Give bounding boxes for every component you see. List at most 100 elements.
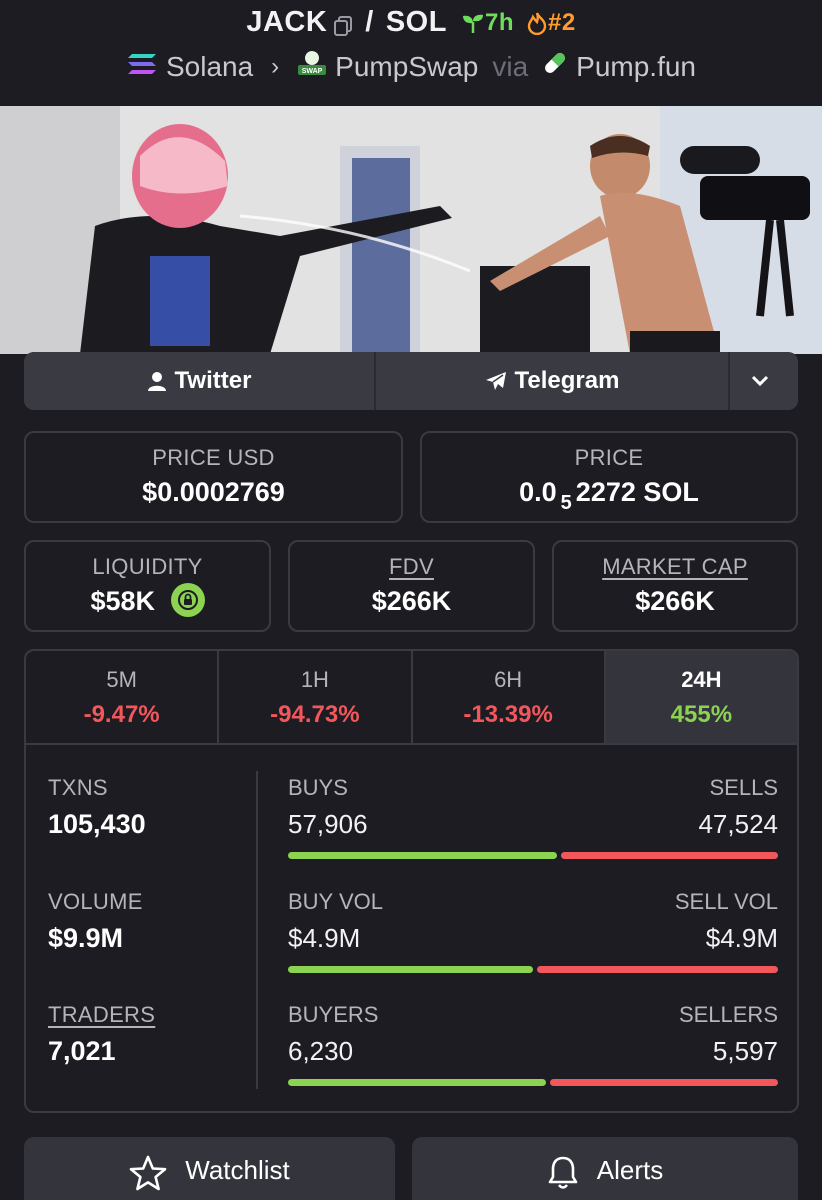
twitter-button[interactable]: Twitter [24, 352, 376, 410]
traders-split-bar [288, 1079, 778, 1086]
solana-icon [126, 51, 158, 83]
sells-label: SELLS [709, 775, 779, 800]
buys-value: 57,906 [288, 809, 368, 839]
chain-link[interactable]: Solana [166, 51, 253, 83]
telegram-label: Telegram [514, 367, 620, 394]
price-native-label: PRICE [574, 445, 644, 470]
flame-icon [527, 11, 547, 35]
pair-title: JACK / SOL 7h #2 [0, 6, 822, 39]
chevron-right-icon: › [271, 52, 280, 80]
price-usd-card: PRICE USD $0.0002769 [24, 431, 403, 523]
buy-share-bar [288, 966, 533, 973]
txns-metric: TXNS 105,430 [48, 775, 146, 840]
alerts-button[interactable]: Alerts [412, 1137, 798, 1200]
user-icon [147, 372, 166, 391]
market-cap-label[interactable]: MARKET CAP [554, 554, 796, 580]
twitter-label: Twitter [174, 367, 252, 394]
price-change: -9.47% [83, 701, 160, 728]
via-label: via [492, 50, 529, 82]
buy-vol-label: BUY VOL [288, 889, 383, 914]
pair-header: JACK / SOL 7h #2 Solana › SWAP PumpSwap … [0, 0, 822, 106]
tab-label: 1H [300, 667, 329, 692]
sell-vol-value: $4.9M [705, 923, 778, 953]
column-divider [256, 771, 258, 1089]
trending-rank[interactable]: #2 [526, 9, 576, 37]
volume-metric: VOLUME $9.9M [48, 889, 143, 954]
buys-sells-row: BUYS SELLS 57,906 47,524 [288, 775, 778, 859]
txns-label: TXNS [48, 775, 108, 800]
pumpswap-icon: SWAP [297, 50, 327, 83]
banner-photo [0, 106, 822, 354]
alerts-label: Alerts [596, 1155, 664, 1185]
price-change: 455% [670, 701, 733, 728]
pill-icon [542, 50, 568, 83]
liquidity-value-row: $58K [26, 583, 269, 620]
tab-label: 5M [106, 667, 137, 692]
quote-symbol: SOL [385, 6, 447, 38]
price-native-zero-count: 5 [560, 492, 572, 514]
volume-label: VOLUME [48, 889, 143, 914]
tab-label: 24H [681, 667, 722, 692]
sell-vol-label: SELL VOL [674, 889, 778, 914]
bell-icon [548, 1156, 578, 1189]
svg-text:SWAP: SWAP [302, 68, 323, 75]
buy-share-bar [288, 852, 557, 859]
tab-5m[interactable]: 5M -9.47% [26, 651, 220, 743]
more-links-button[interactable] [730, 352, 798, 410]
timeframe-tabs: 5M -9.47% 1H -94.73% 6H -13.39% 24H 455% [26, 651, 797, 745]
telegram-icon [485, 372, 506, 390]
price-native-value: 0.0 5 2272 SOL [422, 477, 796, 514]
sellers-value: 5,597 [712, 1036, 778, 1066]
traders-metric: TRADERS 7,021 [48, 1002, 155, 1067]
telegram-button[interactable]: Telegram [376, 352, 730, 410]
buyvol-sellvol-row: BUY VOL SELL VOL $4.9M $4.9M [288, 889, 778, 973]
buyers-sellers-row: BUYERS SELLERS 6,230 5,597 [288, 1002, 778, 1086]
sellers-label: SELLERS [678, 1002, 778, 1027]
token-banner-image [0, 106, 822, 354]
price-native-card: PRICE 0.0 5 2272 SOL [420, 431, 798, 523]
volume-value: $9.9M [48, 923, 124, 953]
launchpad-link[interactable]: Pump.fun [576, 51, 696, 83]
liquidity-card: LIQUIDITY $58K [24, 540, 271, 632]
lock-icon[interactable] [170, 583, 205, 617]
sprout-icon [462, 14, 483, 33]
fdv-label[interactable]: FDV [290, 554, 533, 580]
tab-24h[interactable]: 24H 455% [605, 651, 797, 743]
sell-share-bar [537, 966, 778, 973]
activity-panel: 5M -9.47% 1H -94.73% 6H -13.39% 24H 455%… [24, 649, 799, 1113]
dex-link[interactable]: PumpSwap [335, 51, 478, 83]
sell-share-bar [561, 852, 778, 859]
buyers-value: 6,230 [288, 1036, 354, 1066]
txns-value: 105,430 [48, 809, 146, 839]
tab-1h[interactable]: 1H -94.73% [219, 651, 413, 743]
pair-separator: / [365, 6, 374, 38]
age-value: 7h [484, 8, 514, 36]
price-usd-label: PRICE USD [152, 445, 275, 470]
price-change: -13.39% [463, 701, 553, 728]
market-cap-value: $266K [635, 586, 715, 616]
base-symbol: JACK [246, 6, 328, 38]
liquidity-label: LIQUIDITY [92, 554, 203, 579]
copy-icon[interactable] [333, 12, 355, 36]
sell-share-bar [550, 1079, 778, 1086]
fdv-value: $266K [371, 586, 452, 616]
traders-label[interactable]: TRADERS [48, 1002, 155, 1028]
price-usd-value: $0.0002769 [142, 477, 285, 507]
price-native-prefix: 0.0 [519, 477, 557, 507]
star-icon [129, 1155, 167, 1191]
traders-value: 7,021 [48, 1036, 116, 1066]
price-native-digits: 2272 SOL [575, 477, 699, 507]
buyers-label: BUYERS [288, 1002, 379, 1027]
social-links-bar: Twitter Telegram [24, 352, 798, 410]
tab-label: 6H [494, 667, 523, 692]
fdv-card: FDV $266K [288, 540, 535, 632]
buys-sells-bar [288, 852, 778, 859]
liquidity-value: $58K [90, 586, 156, 617]
buys-label: BUYS [288, 775, 348, 800]
tab-6h[interactable]: 6H -13.39% [413, 651, 606, 743]
price-change: -94.73% [270, 701, 360, 728]
rank-value: #2 [547, 8, 576, 36]
breadcrumb: Solana › SWAP PumpSwap via Pump.fun [0, 50, 822, 83]
volume-split-bar [288, 966, 778, 973]
watchlist-button[interactable]: Watchlist [24, 1137, 395, 1200]
